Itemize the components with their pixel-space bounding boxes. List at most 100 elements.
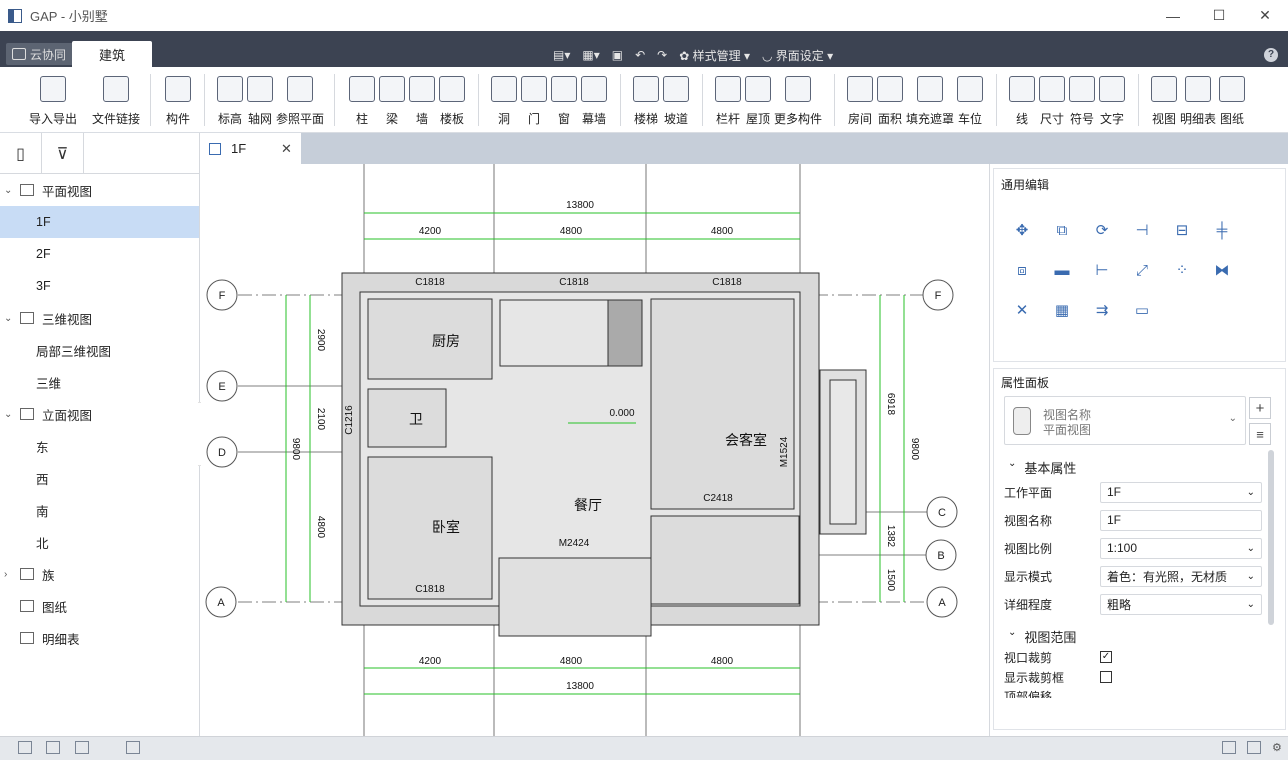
- help-icon[interactable]: ?: [1264, 48, 1278, 62]
- close-window-button[interactable]: ✕: [1242, 0, 1288, 31]
- tree-item[interactable]: 南: [0, 494, 199, 526]
- chevron-right-icon[interactable]: ›: [4, 569, 7, 580]
- prop-value[interactable]: 粗略 ⌄: [1100, 593, 1262, 615]
- ribbon-button-text[interactable]: 文字: [1096, 76, 1128, 126]
- tree-item[interactable]: 2F: [0, 238, 199, 270]
- ribbon-button-sheet[interactable]: 图纸: [1216, 76, 1248, 126]
- tree-item[interactable]: 三维: [0, 366, 199, 398]
- ribbon-button-roof[interactable]: 屋顶: [742, 76, 774, 126]
- group-icon[interactable]: ⁘: [1171, 259, 1193, 281]
- ribbon-button-beam[interactable]: 梁: [376, 76, 408, 126]
- offset-icon[interactable]: ▬: [1051, 259, 1073, 281]
- prop-value[interactable]: 1F: [1100, 509, 1262, 531]
- move-icon[interactable]: ✥: [1011, 219, 1033, 241]
- ribbon-button-curtain-wall[interactable]: 幕墙: [578, 76, 610, 126]
- tree-item[interactable]: 西: [0, 462, 199, 494]
- prop-value[interactable]: 1F ⌄: [1100, 481, 1262, 503]
- grid-toggle-icon[interactable]: [126, 741, 140, 754]
- save-icon[interactable]: ▣: [612, 48, 623, 62]
- cube-array-icon[interactable]: ▦: [1051, 299, 1073, 321]
- ribbon-button-ramp[interactable]: 坡道: [660, 76, 692, 126]
- tree-item[interactable]: ⌄ 三维视图: [0, 302, 199, 334]
- chevron-down-icon[interactable]: ⌄: [4, 409, 12, 420]
- drawing-canvas[interactable]: 13800 4200 4800 4800 4200 4800 4800 1380…: [201, 164, 989, 736]
- style-manager-menu[interactable]: ✿ 样式管理 ▾: [679, 47, 750, 64]
- ribbon-button-stair[interactable]: 楼梯: [630, 76, 662, 126]
- ribbon-button-fill-mask[interactable]: 填充遮罩: [906, 76, 954, 126]
- tree-item[interactable]: 东: [0, 430, 199, 462]
- ribbon-button-window[interactable]: 窗: [548, 76, 580, 126]
- delete-icon[interactable]: ✕: [1011, 299, 1033, 321]
- prop-value[interactable]: 着色：有光照，无材质 ⌄: [1100, 565, 1262, 587]
- tree-item[interactable]: 局部三维视图: [0, 334, 199, 366]
- tree-item[interactable]: 图纸: [0, 590, 199, 622]
- tree-item[interactable]: 1F: [0, 206, 199, 238]
- prop-value[interactable]: 1:100 ⌄: [1100, 537, 1262, 559]
- ribbon-button-door[interactable]: 门: [518, 76, 550, 126]
- ui-settings-menu[interactable]: ◡ 界面设定 ▾: [762, 47, 833, 64]
- crop-checkbox[interactable]: ✓: [1100, 651, 1112, 663]
- ribbon-button-more-components[interactable]: 更多构件: [774, 76, 822, 126]
- ribbon-button-wall[interactable]: 墙: [406, 76, 438, 126]
- ribbon-button-railing[interactable]: 栏杆: [712, 76, 744, 126]
- filter-icon[interactable]: ⊽: [42, 133, 84, 174]
- ribbon-button-component[interactable]: 构件: [162, 76, 194, 126]
- ribbon-button-slab[interactable]: 楼板: [436, 76, 468, 126]
- transfer-icon[interactable]: ⇉: [1091, 299, 1113, 321]
- undo-icon[interactable]: ↶: [635, 48, 645, 62]
- visual-style-icon[interactable]: [1247, 741, 1261, 754]
- ribbon-button-ref-plane[interactable]: 参照平面: [276, 76, 324, 126]
- ribbon-button-file-link[interactable]: 文件链接: [92, 76, 140, 126]
- ribbon-button-line[interactable]: 线: [1006, 76, 1038, 126]
- tree-item[interactable]: 3F: [0, 270, 199, 302]
- rotate-icon[interactable]: ⟳: [1091, 219, 1113, 241]
- tree-item[interactable]: ⌄ 立面视图: [0, 398, 199, 430]
- show-crop-checkbox[interactable]: [1100, 671, 1112, 683]
- measure-icon[interactable]: ▭: [1131, 299, 1153, 321]
- package-icon[interactable]: ▦▾: [582, 48, 599, 62]
- type-selector[interactable]: 视图名称 平面视图 ⌄: [1004, 396, 1246, 445]
- type-list-button[interactable]: ≡: [1249, 423, 1271, 445]
- ribbon-button-room[interactable]: 房间: [844, 76, 876, 126]
- view-range-header[interactable]: ⌄ 视图范围: [1008, 627, 1076, 646]
- copy-icon[interactable]: ⧉: [1051, 219, 1073, 241]
- ribbon-button-opening[interactable]: 洞: [488, 76, 520, 126]
- ribbon-button-view[interactable]: 视图: [1148, 76, 1180, 126]
- doc-tab-1f[interactable]: 1F ✕: [201, 133, 301, 164]
- ribbon-button-cad[interactable]: 导入导出: [29, 76, 77, 126]
- ribbon-button-parking[interactable]: 车位: [954, 76, 986, 126]
- panel-toggle-icon[interactable]: ▯: [0, 133, 42, 174]
- settings-icon[interactable]: ⚙: [1272, 741, 1286, 754]
- scale-icon[interactable]: ⤢: [1131, 259, 1153, 281]
- split-icon[interactable]: ⊟: [1171, 219, 1193, 241]
- tree-item[interactable]: › 族: [0, 558, 199, 590]
- tree-item[interactable]: 明细表: [0, 622, 199, 654]
- add-type-button[interactable]: +: [1249, 397, 1271, 419]
- redo-icon[interactable]: ↷: [657, 48, 667, 62]
- tree-item[interactable]: 北: [0, 526, 199, 558]
- chevron-down-icon[interactable]: ⌄: [4, 313, 12, 324]
- ribbon-button-level[interactable]: 标高: [214, 76, 246, 126]
- ribbon-button-area[interactable]: 面积: [874, 76, 906, 126]
- basic-props-header[interactable]: ⌄ 基本属性: [1008, 458, 1076, 477]
- tab-architecture[interactable]: 建筑: [72, 41, 152, 67]
- close-tab-icon[interactable]: ✕: [281, 141, 292, 157]
- extend-icon[interactable]: ⊢: [1091, 259, 1113, 281]
- minimize-button[interactable]: —: [1150, 0, 1196, 31]
- tree-item[interactable]: ⌄ 平面视图: [0, 174, 199, 206]
- array-icon[interactable]: ⧈: [1011, 259, 1033, 281]
- chevron-down-icon[interactable]: ⌄: [4, 185, 12, 196]
- ribbon-button-dimension[interactable]: 尺寸: [1036, 76, 1068, 126]
- ribbon-button-column[interactable]: 柱: [346, 76, 378, 126]
- tab-cloud-collab[interactable]: 云协同: [6, 43, 75, 65]
- ribbon-button-symbol[interactable]: 符号: [1066, 76, 1098, 126]
- view-cube-icon[interactable]: [1222, 741, 1236, 754]
- layout-tile-icon[interactable]: [75, 741, 89, 754]
- layout-grid-icon[interactable]: [18, 741, 32, 754]
- mirror-icon[interactable]: ⧓: [1211, 259, 1233, 281]
- new-file-icon[interactable]: ▤▾: [553, 48, 570, 62]
- align-icon[interactable]: ╪: [1211, 219, 1233, 241]
- trim-icon[interactable]: ⊣: [1131, 219, 1153, 241]
- maximize-button[interactable]: ☐: [1196, 0, 1242, 31]
- ribbon-button-schedule[interactable]: 明细表: [1180, 76, 1216, 126]
